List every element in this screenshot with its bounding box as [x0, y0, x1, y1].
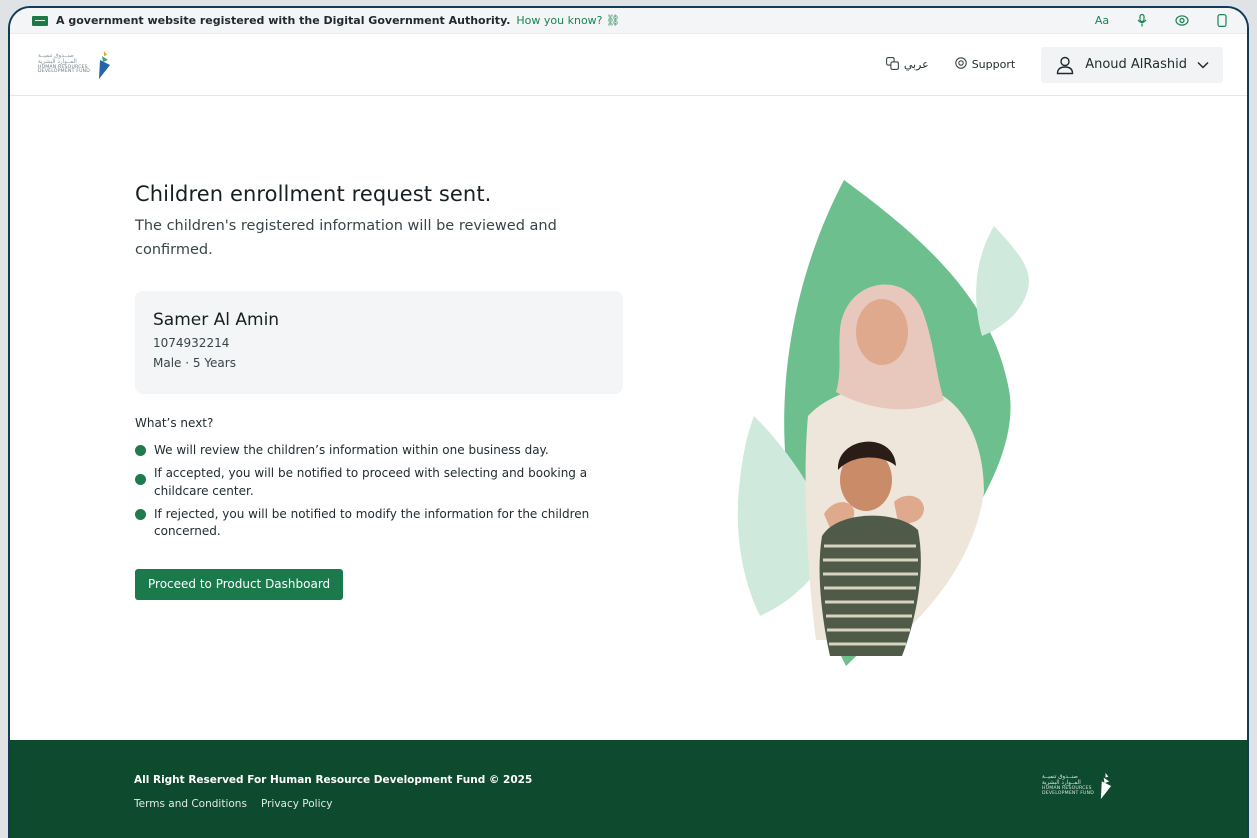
gov-banner: A government website registered with the…	[10, 8, 1247, 34]
family-illustration	[737, 180, 1029, 666]
child-name: Samer Al Amin	[153, 309, 280, 330]
footer-hrdf-logo: صنــدوق تنميــة المــوارد البشرية HUMAN …	[1042, 772, 1113, 800]
accessibility-tools: Aa	[1095, 14, 1229, 27]
bullet-icon	[135, 444, 146, 456]
hrdf-logo[interactable]: صنــدوق تنميــة المــوارد البشرية HUMAN …	[38, 50, 112, 80]
logo-line-4: DEVELOPMENT FUND	[38, 69, 91, 75]
privacy-link[interactable]: Privacy Policy	[261, 798, 333, 810]
support-label: Support	[971, 58, 1016, 71]
hrdf-emblem-icon	[99, 50, 111, 79]
eye-icon[interactable]	[1175, 15, 1189, 26]
browser-frame: A government website registered with the…	[8, 6, 1249, 838]
how-you-know-link[interactable]: How you know? ⛓	[516, 14, 620, 27]
list-item: If rejected, you will be notified to mod…	[135, 506, 635, 541]
chevron-down-icon	[1197, 61, 1209, 69]
language-switch[interactable]: عربي	[885, 56, 929, 73]
translate-icon	[885, 56, 899, 73]
list-item: If accepted, you will be notified to pro…	[135, 465, 635, 500]
main-content: Children enrollment request sent. The ch…	[10, 96, 1247, 746]
link-icon: ⛓	[606, 14, 620, 27]
child-gender-age: Male · 5 Years	[153, 355, 236, 370]
device-icon[interactable]	[1215, 14, 1229, 27]
page-title: Children enrollment request sent.	[135, 182, 492, 206]
page-subtitle: The children's registered information wi…	[135, 218, 557, 258]
site-footer: All Right Reserved For Human Resource De…	[10, 740, 1247, 838]
user-icon	[1056, 56, 1074, 74]
support-link[interactable]: Support	[954, 57, 1016, 72]
how-you-know-label: How you know?	[516, 14, 603, 27]
leaf-shape-top-right	[976, 226, 1029, 336]
header-actions: عربي Support Anoud AlRashid	[885, 46, 1223, 83]
bullet-icon	[135, 474, 146, 486]
microphone-icon[interactable]	[1135, 14, 1149, 27]
site-header: صنــدوق تنميــة المــوارد البشرية HUMAN …	[10, 34, 1247, 96]
next-steps-list: We will review the children’s informatio…	[135, 442, 635, 541]
user-menu-button[interactable]: Anoud AlRashid	[1041, 46, 1223, 83]
proceed-dashboard-button[interactable]: Proceed to Product Dashboard	[135, 568, 344, 600]
font-size-icon[interactable]: Aa	[1095, 14, 1109, 27]
next-step-text: If rejected, you will be notified to mod…	[154, 507, 590, 539]
next-step-text: We will review the children’s informatio…	[154, 442, 549, 457]
list-item: We will review the children’s informatio…	[135, 442, 635, 459]
confirmation-panel: Children enrollment request sent. The ch…	[135, 182, 635, 600]
gov-banner-text: A government website registered with the…	[56, 14, 511, 27]
footer-logo-wordmark: صنــدوق تنميــة المــوارد البشرية HUMAN …	[1041, 774, 1094, 796]
language-label: عربي	[903, 58, 929, 71]
logo-wordmark: صنــدوق تنميــة المــوارد البشرية HUMAN …	[38, 53, 91, 75]
bullet-icon	[135, 509, 146, 521]
child-id-number: 1074932214	[153, 335, 230, 350]
next-step-text: If accepted, you will be notified to pro…	[154, 466, 588, 498]
child-summary-card: Samer Al Amin 1074932214 Male · 5 Years	[135, 290, 623, 394]
footer-logo-line-4: DEVELOPMENT FUND	[1041, 790, 1094, 796]
terms-link[interactable]: Terms and Conditions	[134, 798, 247, 810]
child-shirt	[819, 515, 921, 656]
saudi-flag-icon	[32, 15, 48, 26]
mother-face	[856, 299, 908, 365]
next-steps-title: What’s next?	[135, 415, 214, 430]
support-icon	[954, 57, 967, 72]
user-name: Anoud AlRashid	[1085, 57, 1187, 72]
hrdf-emblem-icon	[1100, 772, 1112, 800]
